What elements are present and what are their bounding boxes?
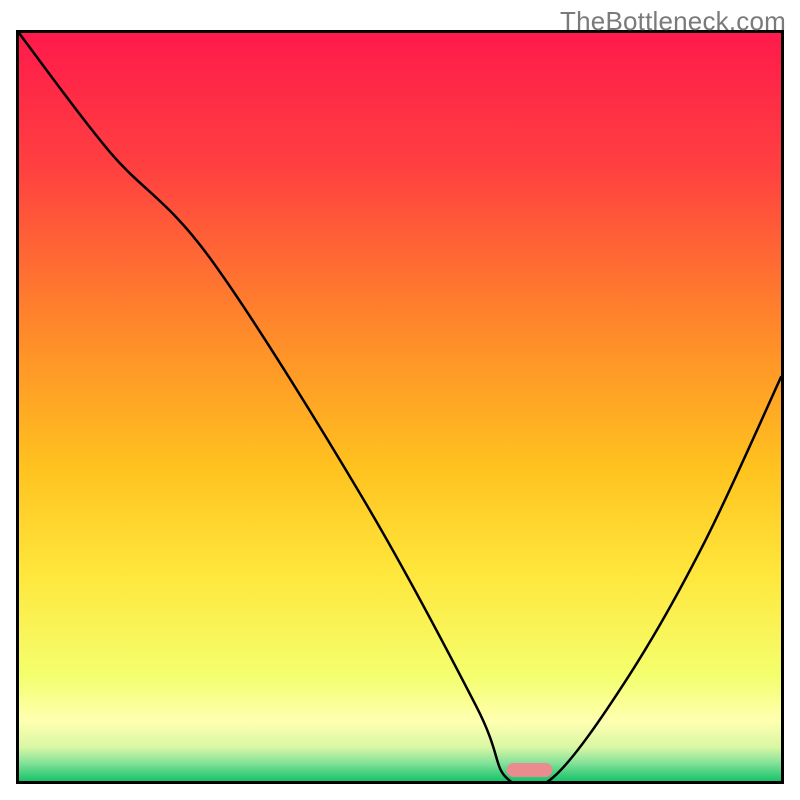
bottleneck-plot: [19, 33, 781, 781]
chart-stage: TheBottleneck.com: [0, 0, 800, 800]
optimal-marker: [507, 763, 553, 777]
gradient-background: [19, 33, 781, 781]
watermark-text: TheBottleneck.com: [560, 6, 786, 37]
chart-frame: [16, 30, 784, 784]
marker-layer: [507, 763, 553, 777]
